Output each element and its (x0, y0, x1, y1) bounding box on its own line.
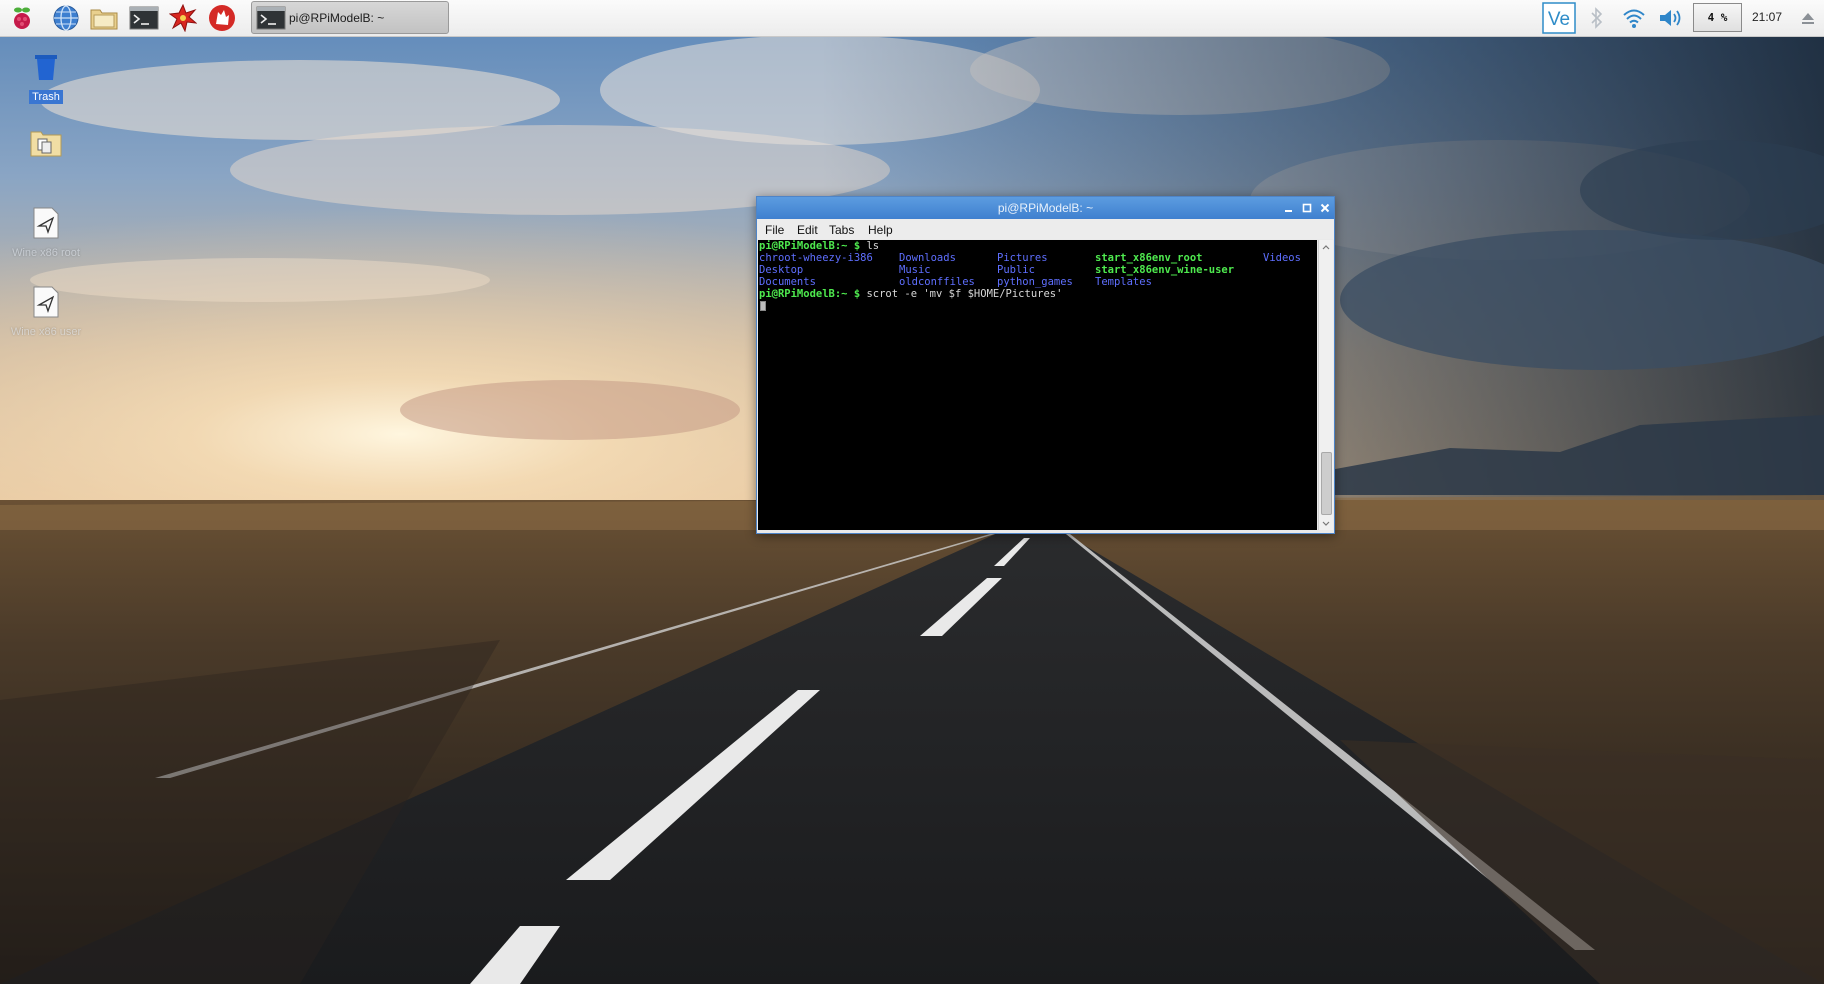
bluetooth-icon[interactable] (1587, 3, 1607, 33)
minimize-button[interactable] (1281, 200, 1297, 216)
terminal-line: pi@RPiModelB:~ $ scrot -e 'mv $f $HOME/P… (759, 288, 1062, 300)
eject-icon[interactable] (1797, 3, 1819, 33)
listing-item: Documents (759, 276, 816, 288)
listing-item: Downloads (899, 252, 956, 264)
desktop-icon-folder[interactable] (0, 123, 94, 163)
listing-item: chroot-wheezy-i386 (759, 252, 873, 264)
menu-tabs[interactable]: Tabs (829, 223, 854, 237)
listing-item: Videos (1263, 252, 1301, 264)
listing-item: start_x86env_root (1095, 252, 1203, 264)
scroll-up-arrow-icon[interactable] (1319, 240, 1333, 253)
text-cursor (760, 301, 766, 311)
taskbar-window-button[interactable]: pi@RPiModelB: ~ (251, 1, 449, 34)
listing-item: start_x86env_wine-user (1095, 264, 1235, 276)
trash-icon (26, 47, 66, 87)
scroll-down-arrow-icon[interactable] (1319, 517, 1333, 530)
clock[interactable]: 21:07 (1749, 10, 1785, 24)
command-text: scrot -e 'mv $f $HOME/Pictures' (866, 288, 1063, 300)
wifi-icon[interactable] (1620, 3, 1648, 33)
vertical-scrollbar[interactable] (1318, 240, 1333, 530)
desktop-icon-label: Trash (29, 90, 63, 104)
svg-text:Ve: Ve (1548, 9, 1570, 30)
desktop-icon-label: Wine x86 root (12, 247, 80, 259)
maximize-button[interactable] (1299, 200, 1315, 216)
wine-launcher-icon (26, 203, 66, 243)
listing-item: Templates (1095, 276, 1152, 288)
speaker-volume-icon[interactable] (1656, 3, 1686, 33)
terminal-icon (256, 6, 286, 29)
shell-prompt: pi@RPiModelB:~ $ (759, 240, 867, 252)
cpu-usage-value: 4 % (1707, 11, 1728, 24)
scrollbar-thumb[interactable] (1321, 452, 1332, 515)
window-title: pi@RPiModelB: ~ (997, 201, 1094, 215)
listing-item: Music (899, 264, 931, 276)
raspberry-menu-icon[interactable] (6, 3, 38, 33)
menu-help[interactable]: Help (868, 223, 893, 237)
window-title-bar[interactable]: pi@RPiModelB: ~ (757, 197, 1334, 219)
folder-icon (26, 123, 66, 163)
mathematica-icon[interactable] (167, 3, 199, 33)
desktop-icon-trash[interactable]: Trash (0, 47, 94, 105)
shell-prompt: pi@RPiModelB:~ $ (759, 288, 867, 300)
menu-file[interactable]: File (765, 223, 784, 237)
close-button[interactable] (1317, 200, 1333, 216)
wolfram-icon[interactable] (206, 3, 238, 33)
vnc-viewer-icon[interactable]: Ve (1541, 2, 1577, 34)
terminal-icon[interactable] (128, 3, 160, 33)
desktop-icon-wine-user[interactable]: Wine x86 user (0, 282, 94, 340)
desktop-icon-label: Wine x86 user (10, 326, 82, 338)
terminal-output[interactable]: pi@RPiModelB:~ $ ls chroot-wheezy-i386 D… (758, 240, 1317, 530)
menu-edit[interactable]: Edit (797, 223, 818, 237)
top-panel: pi@RPiModelB: ~ Ve 4 % 21:07 (0, 0, 1824, 37)
command-text: ls (866, 240, 880, 252)
terminal-line: pi@RPiModelB:~ $ ls (759, 240, 879, 252)
desktop-icon-wine-root[interactable]: Wine x86 root (0, 203, 94, 261)
taskbar-window-label: pi@RPiModelB: ~ (289, 10, 385, 25)
listing-item: Pictures (997, 252, 1048, 264)
terminal-window[interactable]: pi@RPiModelB: ~ File Edit Tabs Help pi@R… (756, 196, 1335, 534)
cpu-usage-monitor[interactable]: 4 % (1693, 3, 1742, 32)
file-manager-folder-icon[interactable] (88, 3, 120, 33)
wine-launcher-icon (26, 282, 66, 322)
listing-item: oldconffiles (899, 276, 975, 288)
listing-item: Public (997, 264, 1035, 276)
listing-item: Desktop (759, 264, 804, 276)
listing-item: python_games (997, 276, 1073, 288)
web-browser-globe-icon[interactable] (50, 3, 82, 33)
menu-bar: File Edit Tabs Help (757, 219, 1334, 239)
